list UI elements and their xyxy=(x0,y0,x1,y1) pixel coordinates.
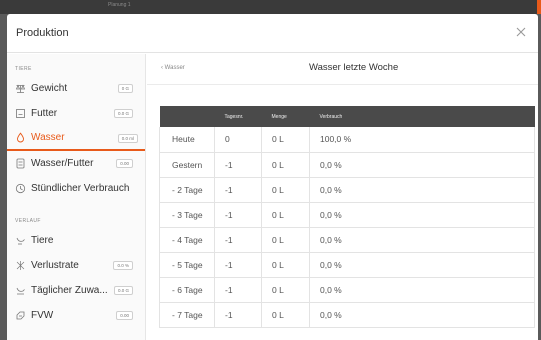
growth-icon xyxy=(15,285,26,296)
column-header: Tagesnr. xyxy=(224,113,244,120)
table-cell: 0 xyxy=(214,127,262,152)
production-modal: Produktion TIERE Gewicht 0 G Futter 0.0 … xyxy=(7,14,538,340)
table-cell: - 3 Tage xyxy=(159,202,215,227)
table-cell: - 6 Tage xyxy=(159,277,215,302)
table-cell: 0,0 % xyxy=(309,202,535,227)
table-cell: -1 xyxy=(214,252,262,277)
sidebar-item-label: Stündlicher Verbrauch xyxy=(31,183,130,194)
sidebar-item-wasser[interactable]: Wasser 0.0 ml xyxy=(7,126,145,151)
sidebar-item-label: Täglicher Zuwa... xyxy=(31,285,108,296)
bird-icon xyxy=(15,235,26,246)
sidebar-item-stuendlicher-verbrauch[interactable]: Stündlicher Verbrauch xyxy=(7,176,145,201)
table-cell: - 4 Tage xyxy=(159,227,215,252)
top-bar-accent xyxy=(537,0,541,14)
table-cell: 0 L xyxy=(261,302,310,327)
table-row: Gestern -1 0 L 0,0 % xyxy=(159,152,535,177)
feed-icon xyxy=(15,108,26,119)
table-cell: 0,0 % xyxy=(309,227,535,252)
table-cell: Heute xyxy=(159,127,215,152)
main-header: ‹ Wasser Wasser letzte Woche xyxy=(147,54,538,85)
sidebar-item-label: Verlustrate xyxy=(31,260,79,271)
table-cell: - 7 Tage xyxy=(159,302,215,327)
clock-icon xyxy=(15,183,26,194)
table-cell: 100,0 % xyxy=(309,127,535,152)
modal-header: Produktion xyxy=(7,14,538,53)
value-badge: 0 G xyxy=(117,84,133,93)
top-bar-label: Planung 1 xyxy=(108,2,131,8)
value-badge: 0.0 ml xyxy=(117,134,138,143)
table-cell: Gestern xyxy=(159,152,215,177)
table-header-row: Tagesnr. Menge Verbrauch xyxy=(159,106,535,127)
main-panel: ‹ Wasser Wasser letzte Woche Tagesnr. Me… xyxy=(147,54,538,340)
table-row: - 7 Tage -1 0 L 0,0 % xyxy=(159,302,535,327)
sidebar-item-label: Wasser/Futter xyxy=(31,158,94,169)
sidebar-item-label: Wasser xyxy=(31,132,65,143)
sidebar: TIERE Gewicht 0 G Futter 0.0 G Wasser 0.… xyxy=(7,54,146,340)
sidebar-item-tiere[interactable]: Tiere xyxy=(7,228,145,253)
table-cell: -1 xyxy=(214,152,262,177)
sidebar-item-label: Tiere xyxy=(31,235,54,246)
table-row: - 4 Tage -1 0 L 0,0 % xyxy=(159,227,535,252)
value-badge: 0.00 xyxy=(116,311,133,320)
table-cell: -1 xyxy=(214,277,262,302)
loss-icon xyxy=(15,260,26,271)
sidebar-item-taeglicher-zuwachs[interactable]: Täglicher Zuwa... 0.0 G xyxy=(7,278,145,303)
scale-icon xyxy=(15,83,26,94)
sidebar-item-verlustrate[interactable]: Verlustrate 0.0 % xyxy=(7,253,145,278)
table-cell: -1 xyxy=(214,202,262,227)
sidebar-item-futter[interactable]: Futter 0.0 G xyxy=(7,101,145,126)
water-drop-icon xyxy=(15,132,26,143)
sidebar-item-label: Gewicht xyxy=(31,83,68,94)
table-cell: 0,0 % xyxy=(309,277,535,302)
water-table: Tagesnr. Menge Verbrauch Heute 0 0 L 100… xyxy=(159,106,535,328)
value-badge: 0.0 G xyxy=(113,286,133,295)
close-icon xyxy=(516,27,526,37)
table-row: - 6 Tage -1 0 L 0,0 % xyxy=(159,277,535,302)
sidebar-item-gewicht[interactable]: Gewicht 0 G xyxy=(7,76,145,101)
value-badge: 0.0 G xyxy=(113,109,133,118)
fvw-icon xyxy=(15,310,26,321)
table-cell: -1 xyxy=(214,227,262,252)
table-cell: 0,0 % xyxy=(309,177,535,202)
app-top-bar: Planung 1 xyxy=(0,0,541,14)
table-cell: - 2 Tage xyxy=(159,177,215,202)
table-cell: 0 L xyxy=(261,277,310,302)
table-row: - 2 Tage -1 0 L 0,0 % xyxy=(159,177,535,202)
table-row: - 5 Tage -1 0 L 0,0 % xyxy=(159,252,535,277)
sidebar-item-wasser-futter[interactable]: Wasser/Futter 0.00 xyxy=(7,151,145,176)
close-button[interactable] xyxy=(514,25,528,39)
page-title: Wasser letzte Woche xyxy=(309,62,399,73)
table-row: Heute 0 0 L 100,0 % xyxy=(159,127,535,152)
table-cell: 0 L xyxy=(261,252,310,277)
section-label-verlauf: VERLAUF xyxy=(15,218,41,224)
sidebar-item-fvw[interactable]: FVW 0.00 xyxy=(7,303,145,328)
column-header xyxy=(160,106,215,127)
table-row: - 3 Tage -1 0 L 0,0 % xyxy=(159,202,535,227)
back-link[interactable]: ‹ Wasser xyxy=(161,65,185,71)
sidebar-item-label: Futter xyxy=(31,108,58,119)
ratio-icon xyxy=(15,158,26,169)
table-cell: - 5 Tage xyxy=(159,252,215,277)
table-cell: 0 L xyxy=(261,152,310,177)
modal-title: Produktion xyxy=(16,27,69,39)
sidebar-item-label: FVW xyxy=(31,310,54,321)
table-cell: 0,0 % xyxy=(309,152,535,177)
table-cell: 0 L xyxy=(261,227,310,252)
table-cell: 0,0 % xyxy=(309,252,535,277)
value-badge: 0.00 xyxy=(116,159,133,168)
table-cell: 0 L xyxy=(261,127,310,152)
table-cell: -1 xyxy=(214,177,262,202)
column-header: Verbrauch xyxy=(319,113,343,120)
value-badge: 0.0 % xyxy=(113,261,133,270)
column-header: Menge xyxy=(271,113,287,120)
table-cell: -1 xyxy=(214,302,262,327)
table-cell: 0 L xyxy=(261,177,310,202)
section-label-tiere: TIERE xyxy=(15,66,32,72)
table-cell: 0 L xyxy=(261,202,310,227)
table-cell: 0,0 % xyxy=(309,302,535,327)
